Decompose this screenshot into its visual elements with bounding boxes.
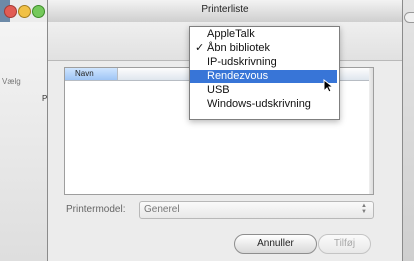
menu-item-label: Windows-udskrivning bbox=[207, 98, 311, 110]
connection-type-menu: AppleTalk ✓ Åbn bibliotek IP-udskrivning… bbox=[189, 26, 340, 120]
menu-item-ip-printing[interactable]: IP-udskrivning bbox=[190, 56, 337, 69]
printer-model-value: Generel bbox=[144, 204, 180, 215]
list-scrollbar[interactable] bbox=[369, 68, 373, 194]
name-column-header[interactable]: Navn bbox=[75, 69, 94, 78]
background-window-label: Vælg bbox=[2, 77, 21, 86]
menu-item-appletalk[interactable]: AppleTalk bbox=[190, 28, 337, 41]
menu-item-usb[interactable]: USB bbox=[190, 84, 337, 97]
background-window-right bbox=[402, 0, 414, 261]
menu-item-label: AppleTalk bbox=[207, 28, 255, 40]
column-divider bbox=[117, 68, 118, 80]
printer-model-select[interactable]: Generel ▲ ▼ bbox=[139, 201, 374, 219]
background-window-character: P bbox=[42, 94, 48, 103]
minimize-button[interactable] bbox=[18, 5, 31, 18]
menu-item-label: USB bbox=[207, 84, 230, 96]
printer-model-label: Printermodel: bbox=[66, 204, 126, 215]
add-button[interactable]: Tilføj bbox=[318, 234, 371, 254]
menu-item-rendezvous[interactable]: Rendezvous bbox=[190, 70, 337, 83]
menu-item-label: Rendezvous bbox=[207, 70, 269, 82]
close-button[interactable] bbox=[4, 5, 17, 18]
checkmark-icon: ✓ bbox=[195, 42, 205, 54]
zoom-button[interactable] bbox=[32, 5, 45, 18]
background-window-left: Vælg P bbox=[0, 22, 49, 261]
mouse-pointer-icon bbox=[323, 79, 333, 93]
menu-item-open-library[interactable]: ✓ Åbn bibliotek bbox=[190, 42, 337, 55]
cancel-button[interactable]: Annuller bbox=[234, 234, 317, 254]
printer-list-window: Printerliste Navn Printermodel: Generel … bbox=[4, 0, 402, 261]
background-window-button bbox=[404, 12, 414, 23]
window-title: Printerliste bbox=[201, 4, 249, 15]
select-arrows-icon: ▲ ▼ bbox=[361, 203, 367, 215]
menu-item-windows-printing[interactable]: Windows-udskrivning bbox=[190, 98, 337, 111]
menu-item-label: Åbn bibliotek bbox=[207, 42, 270, 54]
title-bar: Printerliste bbox=[4, 0, 402, 23]
menu-item-label: IP-udskrivning bbox=[207, 56, 277, 68]
